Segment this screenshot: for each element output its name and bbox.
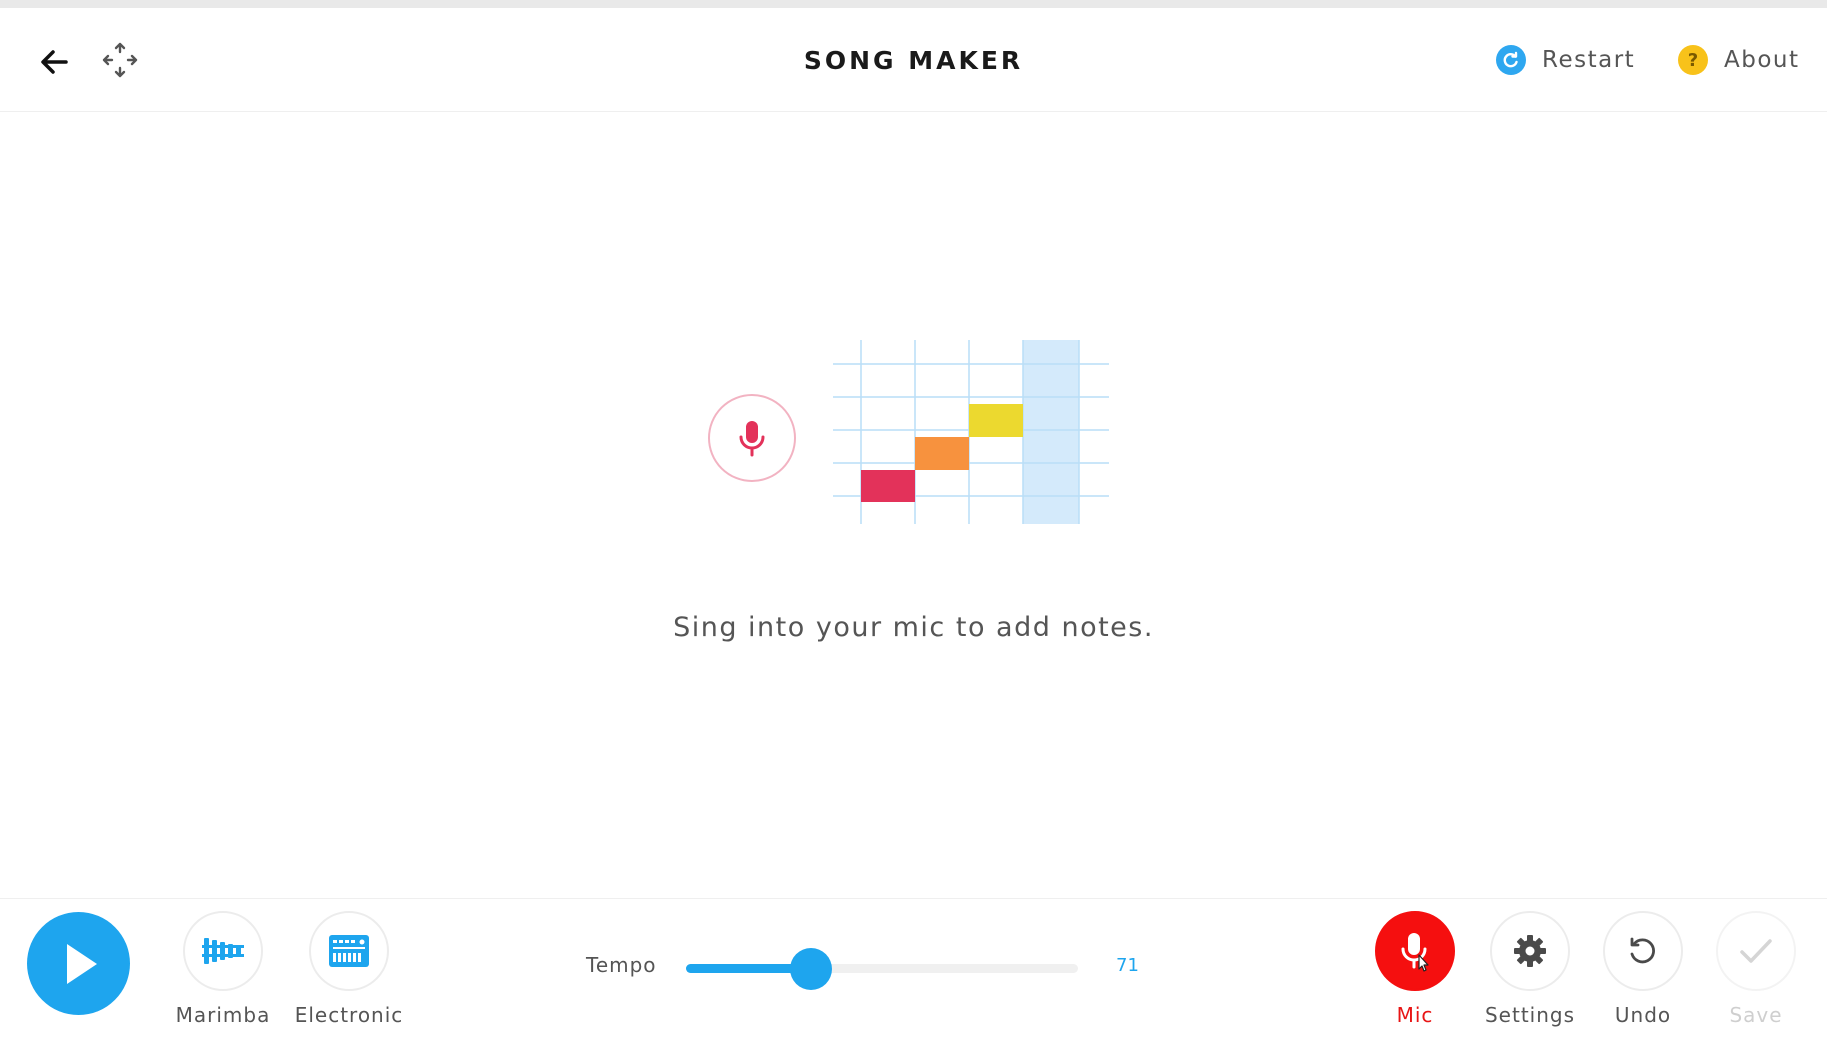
marimba-button[interactable]: Marimba — [158, 911, 288, 1027]
tempo-slider-thumb[interactable] — [790, 948, 833, 990]
electronic-label: Electronic — [294, 1003, 404, 1027]
mic-illustration — [708, 394, 796, 482]
mic-button[interactable]: Mic — [1350, 911, 1480, 1027]
note-block-yellow — [969, 404, 1023, 437]
about-button[interactable]: ? About — [1678, 42, 1800, 78]
microphone-icon — [739, 421, 765, 457]
electronic-button[interactable]: Electronic — [284, 911, 414, 1027]
settings-button[interactable]: Settings — [1465, 911, 1595, 1027]
marimba-label: Marimba — [175, 1003, 271, 1027]
about-label: About — [1724, 47, 1800, 73]
question-icon: ? — [1678, 45, 1708, 75]
header-bar: SONG MAKER Restart ? About — [0, 8, 1827, 112]
settings-label: Settings — [1484, 1003, 1576, 1027]
song-maker-app: SONG MAKER Restart ? About Sing into you… — [0, 8, 1827, 1038]
note-block-red — [861, 470, 915, 502]
restart-button[interactable]: Restart — [1496, 42, 1635, 78]
note-grid-illustration — [833, 340, 1109, 524]
undo-label: Undo — [1614, 1003, 1672, 1027]
tempo-value: 71 — [1116, 955, 1139, 976]
electronic-icon — [329, 935, 369, 967]
instruction-message: Sing into your mic to add notes. — [673, 612, 1154, 643]
tempo-label: Tempo — [586, 953, 657, 977]
tempo-slider-track[interactable] — [686, 964, 1078, 973]
undo-icon — [1630, 937, 1655, 964]
gear-icon — [1514, 935, 1546, 967]
undo-button[interactable]: Undo — [1578, 911, 1708, 1027]
restart-label: Restart — [1542, 47, 1636, 73]
save-button[interactable]: Save — [1691, 911, 1821, 1027]
mic-label: Mic — [1396, 1003, 1434, 1027]
play-button[interactable] — [27, 912, 130, 1015]
bottom-toolbar: Marimba Electronic Tempo 71 Mic Settings… — [0, 898, 1827, 1038]
marimba-icon — [202, 938, 244, 964]
note-block-orange — [915, 437, 969, 470]
save-label: Save — [1729, 1003, 1783, 1027]
restart-icon — [1496, 45, 1526, 75]
microphone-icon — [1401, 933, 1429, 972]
play-icon — [66, 943, 97, 984]
checkmark-icon — [1740, 939, 1772, 963]
